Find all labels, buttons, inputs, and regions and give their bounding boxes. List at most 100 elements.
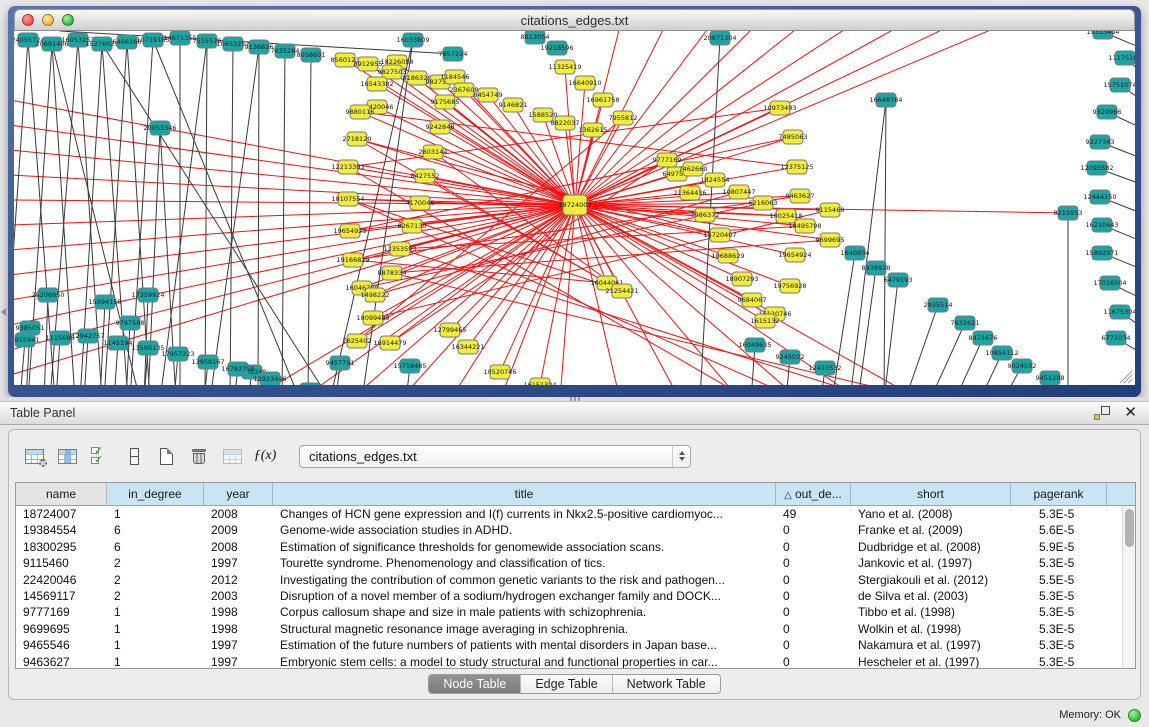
column-header-name[interactable]: name [16, 483, 107, 505]
table-row[interactable]: 2242004622012Investigating the contribut… [16, 572, 1135, 588]
network-view-window[interactable]: citations_edges.txt 24055724206914061605… [8, 6, 1141, 397]
network-node-teal[interactable]: 6479193 [884, 273, 913, 287]
table-cell[interactable]: Jankovic et al. (1997) [851, 555, 1011, 571]
network-node-yellow[interactable]: 1824554 [701, 173, 730, 187]
network-node-teal[interactable]: 11675304 [1103, 305, 1135, 319]
table-cell[interactable]: 5.3E-5 [1011, 604, 1107, 620]
table-cell[interactable]: 9699695 [16, 621, 107, 637]
table-cell[interactable]: 1 [107, 637, 204, 653]
network-node-yellow[interactable]: 19654923 [333, 224, 366, 238]
citation-edge[interactable] [884, 100, 886, 385]
network-node-yellow[interactable]: 9777169 [653, 153, 682, 167]
network-node-teal[interactable]: 25206950 [31, 288, 64, 302]
table-cell[interactable]: 9777169 [16, 604, 107, 620]
table-cell[interactable]: Stergiakouli et al. (2012) [851, 572, 1011, 588]
network-node-yellow[interactable]: 12799465 [433, 323, 466, 337]
network-node-teal[interactable]: 17957223 [161, 347, 194, 361]
network-node-teal[interactable]: 9451288 [1036, 371, 1065, 385]
new-table-icon[interactable] [153, 443, 179, 469]
table-cell[interactable]: Yano et al. (2008) [851, 506, 1011, 522]
column-header-in_degree[interactable]: in_degree [107, 483, 204, 505]
table-cell[interactable]: Disruption of a novel member of a sodium… [273, 588, 776, 604]
network-window-titlebar[interactable]: citations_edges.txt [14, 9, 1135, 31]
table-cell[interactable]: 49 [776, 506, 851, 522]
network-node-yellow[interactable]: 11325419 [548, 60, 581, 74]
table-cell[interactable]: 0 [776, 572, 851, 588]
network-node-yellow[interactable]: 7462660 [679, 162, 708, 176]
citation-edge[interactable] [308, 55, 311, 385]
table-selector-dropdown[interactable]: citations_edges.txt [299, 445, 691, 468]
table-cell[interactable]: Estimation of the future numbers of pati… [273, 637, 776, 653]
network-node-yellow[interactable]: 18099489 [356, 311, 389, 325]
network-node-teal[interactable]: 1640934 [841, 246, 870, 260]
float-panel-icon[interactable] [1094, 406, 1110, 420]
network-node-teal[interactable]: 13505135 [131, 341, 164, 355]
network-node-yellow[interactable]: 9463627 [786, 189, 815, 203]
citation-edge[interactable] [858, 268, 876, 385]
table-cell[interactable]: 5.9E-5 [1011, 539, 1107, 555]
row-height-icon[interactable] [120, 443, 146, 469]
network-node-yellow[interactable]: 1184546 [441, 70, 470, 84]
table-row[interactable]: 977716911998Corpus callosum shape and si… [16, 604, 1135, 620]
network-node-yellow[interactable]: 8822037 [551, 116, 580, 130]
table-cell[interactable]: 2008 [204, 506, 273, 522]
table-cell[interactable]: 5.3E-5 [1011, 588, 1107, 604]
column-header-pagerank[interactable]: pagerank [1011, 483, 1107, 505]
table-cell[interactable]: Hescheler et al. (1997) [851, 654, 1011, 669]
network-node-teal[interactable]: 8215953 [1054, 206, 1083, 220]
network-node-yellow[interactable]: 8454749 [474, 88, 503, 102]
network-node-yellow[interactable]: 19654924 [778, 248, 811, 262]
network-node-teal[interactable]: 19218596 [540, 41, 573, 55]
network-node-yellow[interactable]: 16914479 [373, 336, 406, 350]
network-node-teal[interactable]: 19313404 [1086, 31, 1119, 39]
network-node-teal[interactable]: 8471676 [969, 331, 998, 345]
network-node-teal[interactable]: 8938928 [862, 261, 891, 275]
network-node-teal[interactable]: 15718485 [393, 359, 426, 373]
network-node-yellow[interactable]: 10520746 [483, 365, 516, 379]
network-node-yellow[interactable]: 1498222 [361, 288, 390, 302]
table-row[interactable]: 1456911722003Disruption of a novel membe… [16, 588, 1135, 604]
table-cell[interactable]: 5.3E-5 [1011, 506, 1107, 522]
citation-edge[interactable] [930, 323, 965, 385]
table-cell[interactable]: 22420046 [16, 572, 107, 588]
table-cell[interactable]: 5.3E-5 [1011, 654, 1107, 669]
network-node-teal[interactable]: 3915941 [14, 333, 39, 347]
tab-network-table[interactable]: Network Table [613, 675, 720, 693]
table-cell[interactable]: 1 [107, 654, 204, 669]
network-node-teal[interactable]: 9457791 [326, 356, 355, 370]
table-cell[interactable]: Investigating the contribution of common… [273, 572, 776, 588]
table-row[interactable]: 911546021997Tourette syndrome. Phenomeno… [16, 555, 1135, 571]
network-node-yellow[interactable]: 8427552 [411, 169, 440, 183]
table-cell[interactable]: 18724007 [16, 506, 107, 522]
network-node-yellow[interactable]: 18495798 [788, 219, 821, 233]
table-cell[interactable]: 1997 [204, 654, 273, 669]
network-node-teal[interactable]: 16648784 [869, 93, 902, 107]
table-cell[interactable]: 5.3E-5 [1011, 637, 1107, 653]
network-node-teal[interactable]: 20053346 [143, 121, 176, 135]
table-cell[interactable]: 19384554 [16, 522, 107, 538]
table-cell[interactable]: 1997 [204, 555, 273, 571]
network-node-teal[interactable]: 8058601 [297, 48, 326, 62]
column-header-year[interactable]: year [204, 483, 273, 505]
network-node-teal[interactable]: 9227343 [1086, 135, 1115, 149]
network-node-yellow[interactable]: 1362615 [579, 123, 608, 137]
network-canvas[interactable]: 2405572420691406160532571527602164661601… [14, 31, 1135, 385]
network-node-yellow[interactable]: 8267130 [398, 219, 427, 233]
network-node-teal[interactable]: 17016504 [1093, 276, 1126, 290]
table-row[interactable]: 1938455462009Genome-wide association stu… [16, 522, 1135, 538]
resize-grip-icon[interactable] [1120, 371, 1132, 383]
table-cell[interactable]: 5.3E-5 [1011, 555, 1107, 571]
network-node-teal[interactable]: 7635284 [271, 44, 300, 58]
network-node-yellow[interactable]: 2718120 [343, 132, 372, 146]
network-node-teal[interactable]: 20871304 [703, 31, 736, 45]
table-cell[interactable]: 2 [107, 555, 204, 571]
citation-edge[interactable] [160, 41, 207, 385]
network-node-yellow[interactable]: 9699695 [816, 233, 845, 247]
network-node-teal[interactable]: 12942757 [71, 329, 104, 343]
network-graph[interactable]: 2405572420691406160532571527602164661601… [14, 31, 1135, 385]
citation-edge-red[interactable] [14, 150, 575, 205]
network-node-teal[interactable]: 1145194 [104, 336, 133, 350]
network-node-yellow[interactable]: 7986372 [691, 208, 720, 222]
table-cell[interactable]: Corpus callosum shape and size in male p… [273, 604, 776, 620]
close-panel-icon[interactable]: ✕ [1124, 406, 1137, 420]
